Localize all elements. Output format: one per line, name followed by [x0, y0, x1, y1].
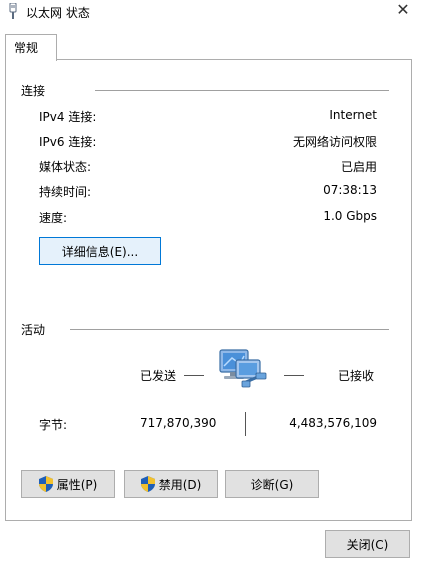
bytes-received-value: 4,483,576,109 — [289, 416, 377, 430]
window-title: 以太网 状态 — [26, 6, 90, 20]
bytes-separator — [245, 412, 246, 436]
duration-value: 07:38:13 — [323, 183, 377, 197]
connection-section-label: 连接 — [21, 84, 46, 98]
ipv6-label: IPv6 连接: — [39, 135, 97, 149]
sent-dash — [184, 375, 204, 376]
details-button[interactable]: 详细信息(E)... — [39, 237, 161, 265]
disable-button-label: 禁用(D) — [158, 477, 202, 492]
diagnose-button-label: 诊断(G) — [250, 477, 294, 492]
ipv4-label: IPv4 连接: — [39, 110, 97, 124]
activity-divider — [70, 329, 389, 330]
details-button-label: 详细信息(E)... — [61, 244, 139, 259]
network-adapter-icon — [9, 3, 17, 19]
close-button-label: 关闭(C) — [346, 537, 389, 552]
tab-label: 常规 — [14, 41, 39, 55]
speed-label: 速度: — [39, 211, 68, 225]
diagnose-button[interactable]: 诊断(G) — [225, 470, 319, 498]
network-computer-icon — [219, 349, 267, 388]
received-label: 已接收 — [338, 369, 375, 383]
properties-button-label: 属性(P) — [56, 477, 98, 492]
tab-panel — [5, 59, 412, 521]
received-dash — [284, 375, 304, 376]
uac-shield-icon — [38, 476, 53, 492]
ipv6-value: 无网络访问权限 — [292, 135, 377, 149]
activity-section-label: 活动 — [21, 323, 46, 337]
close-icon[interactable]: ✕ — [394, 1, 412, 19]
speed-value: 1.0 Gbps — [323, 209, 377, 223]
bytes-sent-value: 717,870,390 — [140, 416, 217, 430]
ipv4-value: Internet — [329, 108, 377, 122]
properties-button[interactable]: 属性(P) — [21, 470, 115, 498]
tab-general[interactable]: 常规 — [5, 34, 57, 61]
title-bar: 以太网 状态 ✕ — [0, 0, 431, 24]
media-state-label: 媒体状态: — [39, 160, 92, 174]
media-state-value: 已启用 — [340, 160, 377, 174]
duration-label: 持续时间: — [39, 185, 92, 199]
close-button[interactable]: 关闭(C) — [325, 530, 410, 558]
sent-label: 已发送 — [140, 369, 177, 383]
connection-divider — [95, 90, 389, 91]
disable-button[interactable]: 禁用(D) — [124, 470, 218, 498]
uac-shield-icon — [140, 476, 155, 492]
bytes-label: 字节: — [39, 418, 68, 432]
